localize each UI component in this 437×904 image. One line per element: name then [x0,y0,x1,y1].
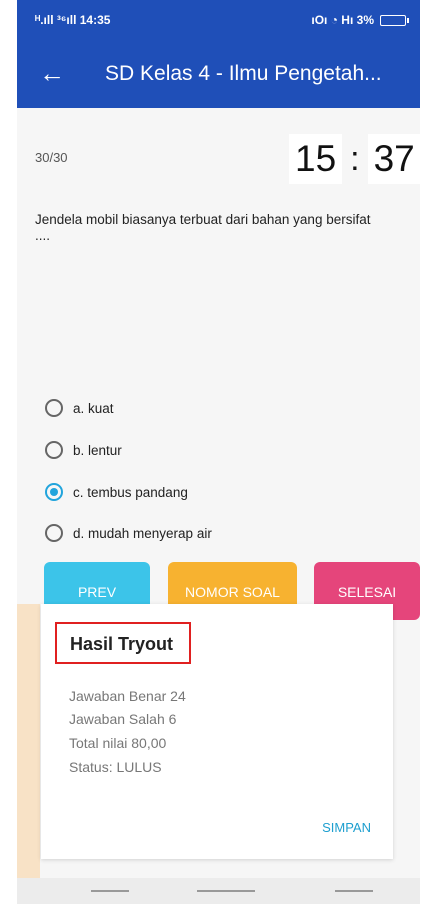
timer-minutes: 15 [289,134,343,184]
nav-back-icon[interactable] [335,890,373,892]
option-label: d. mudah menyerap air [73,525,212,541]
option-c[interactable]: c. tembus pandang [45,483,188,501]
save-button[interactable]: SIMPAN [322,820,371,835]
dialog-title: Hasil Tryout [55,622,191,664]
result-dialog: Hasil Tryout Jawaban Benar 24 Jawaban Sa… [41,604,393,859]
option-label: a. kuat [73,400,114,416]
back-arrow-icon[interactable]: ← [39,60,65,86]
option-label: c. tembus pandang [73,484,188,500]
status-bar: ᴴ.ıll ³⁶ıll 14:35 ıOı ◔ Hı 3% [17,0,420,42]
status-right: ıOı ◔ Hı 3% [311,13,409,27]
radio-button-checked[interactable] [45,483,63,501]
question-text: Jendela mobil biasanya terbuat dari baha… [35,212,371,243]
timer-seconds: 37 [367,134,420,184]
phone-screen: ᴴ.ıll ³⁶ıll 14:35 ıOı ◔ Hı 3% ← SD Kelas… [17,0,420,904]
nav-home-icon[interactable] [197,890,255,892]
timer-separator: : [350,139,360,178]
status-left: ᴴ.ıll ³⁶ıll 14:35 [35,13,111,27]
radio-button[interactable] [45,399,63,417]
option-b[interactable]: b. lentur [45,441,122,459]
nav-recents-icon[interactable] [91,890,129,892]
wrong-answers: Jawaban Salah 6 [69,711,177,727]
radio-button[interactable] [45,524,63,542]
total-score: Total nilai 80,00 [69,735,167,751]
option-d[interactable]: d. mudah menyerap air [45,524,212,542]
system-nav-bar [17,878,420,904]
correct-answers: Jawaban Benar 24 [69,688,186,704]
pass-status: Status: LULUS [69,759,162,775]
dim-overlay [17,604,40,904]
option-a[interactable]: a. kuat [45,399,114,417]
status-icons: ıOı ◔ Hı 3% [311,13,374,27]
page-title: SD Kelas 4 - Ilmu Pengetah... [105,62,382,85]
battery-icon [380,14,409,26]
radio-button[interactable] [45,441,63,459]
option-label: b. lentur [73,442,122,458]
countdown-timer: 15 : 37 [289,134,420,184]
app-bar: ← SD Kelas 4 - Ilmu Pengetah... [17,42,420,108]
question-counter: 30/30 [35,150,68,165]
